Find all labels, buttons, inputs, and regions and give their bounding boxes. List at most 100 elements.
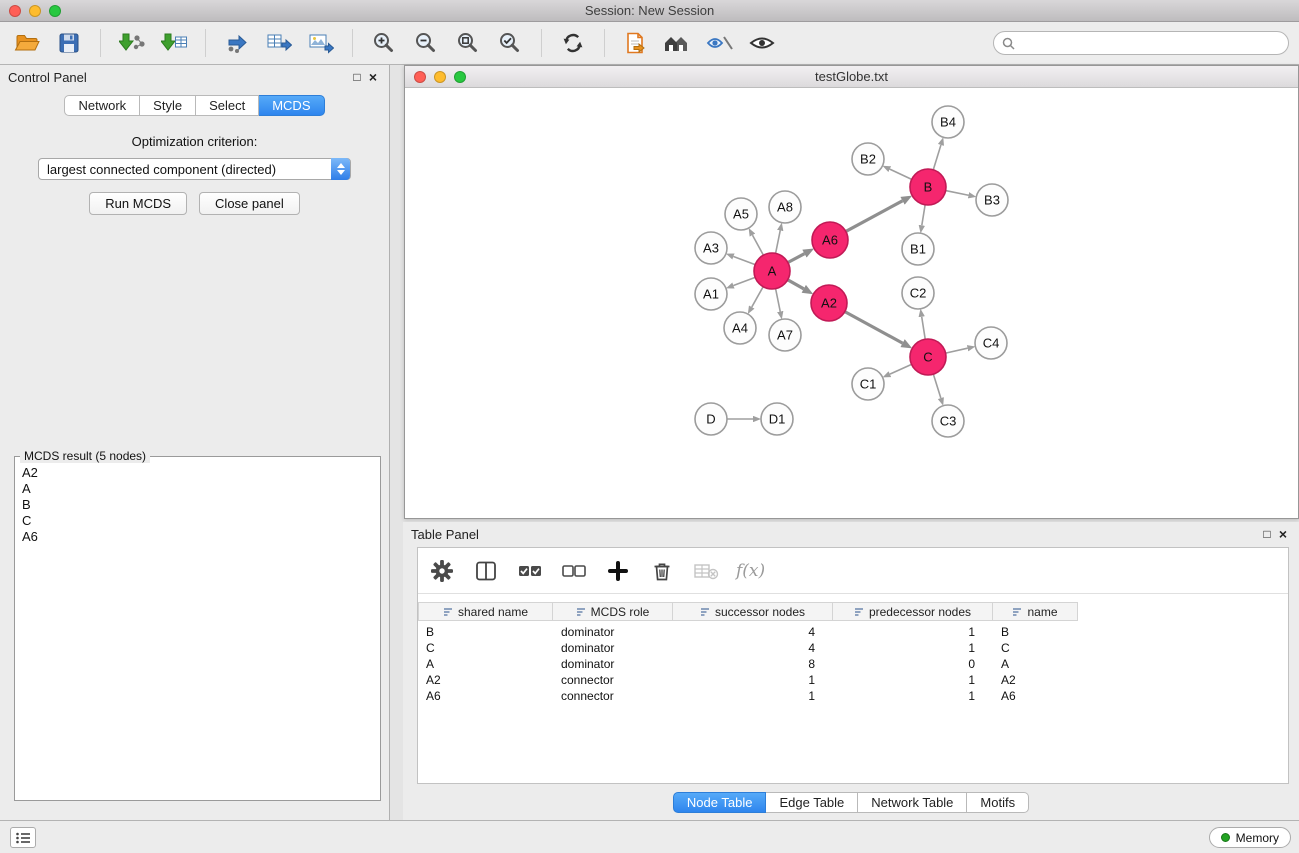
delete-row-icon[interactable] — [648, 557, 676, 585]
first-neighbors-icon[interactable] — [619, 26, 653, 60]
edge-A-A6[interactable] — [788, 254, 805, 263]
graph-node-B3[interactable]: B3 — [976, 184, 1008, 216]
search-input[interactable] — [1020, 36, 1280, 50]
edge-A-A3[interactable] — [733, 256, 755, 264]
edge-A-A4[interactable] — [752, 287, 763, 307]
search-box[interactable] — [993, 31, 1289, 55]
select-all-icon[interactable] — [516, 557, 544, 585]
edge-A-A7[interactable] — [776, 289, 781, 312]
edge-A-A5[interactable] — [752, 235, 763, 255]
tab-network[interactable]: Network — [64, 95, 140, 116]
table-panel-tabs: Node TableEdge TableNetwork TableMotifs — [403, 792, 1299, 813]
column-visibility-icon[interactable] — [472, 557, 500, 585]
edge-A-A1[interactable] — [733, 277, 755, 285]
graph-node-A4[interactable]: A4 — [724, 312, 756, 344]
graph-node-A[interactable]: A — [754, 253, 790, 289]
add-row-icon[interactable] — [604, 557, 632, 585]
table-cell: 8 — [673, 656, 833, 672]
open-session-icon[interactable] — [10, 26, 44, 60]
column-header-predecessor-nodes[interactable]: predecessor nodes — [833, 602, 993, 621]
tab-mcds[interactable]: MCDS — [259, 95, 324, 116]
column-header-name[interactable]: name — [993, 602, 1078, 621]
table-cell: A2 — [993, 672, 1078, 688]
column-header-shared-name[interactable]: shared name — [418, 602, 553, 621]
node-table-header: shared nameMCDS rolesuccessor nodesprede… — [418, 602, 1288, 621]
graph-node-C2[interactable]: C2 — [902, 277, 934, 309]
graph-node-A7[interactable]: A7 — [769, 319, 801, 351]
column-header-MCDS-role[interactable]: MCDS role — [553, 602, 673, 621]
graph-node-D[interactable]: D — [695, 403, 727, 435]
table-row[interactable]: A6connector11A6 — [418, 688, 1288, 704]
graph-node-C3[interactable]: C3 — [932, 405, 964, 437]
table-row[interactable]: Cdominator41C — [418, 640, 1288, 656]
refresh-icon[interactable] — [556, 26, 590, 60]
zoom-selected-icon[interactable] — [493, 26, 527, 60]
close-panel-icon[interactable]: × — [365, 69, 381, 85]
edge-B-B3[interactable] — [946, 191, 969, 196]
home-icon[interactable] — [661, 26, 695, 60]
edge-C-C1[interactable] — [890, 364, 912, 374]
column-header-successor-nodes[interactable]: successor nodes — [673, 602, 833, 621]
edge-A2-C[interactable] — [845, 312, 903, 343]
graph-node-A3[interactable]: A3 — [695, 232, 727, 264]
edge-A-A8[interactable] — [776, 231, 781, 254]
memory-button[interactable]: Memory — [1209, 827, 1291, 848]
workspace: Control Panel □ × NetworkStyleSelectMCDS… — [0, 65, 1299, 820]
float-table-panel-icon[interactable]: □ — [1259, 526, 1275, 542]
graph-node-B[interactable]: B — [910, 169, 946, 205]
table-row[interactable]: Adominator80A — [418, 656, 1288, 672]
result-item: A6 — [22, 529, 378, 545]
graph-node-B1[interactable]: B1 — [902, 233, 934, 265]
save-session-icon[interactable] — [52, 26, 86, 60]
import-table-icon[interactable] — [157, 26, 191, 60]
zoom-out-icon[interactable] — [409, 26, 443, 60]
graph-node-B4[interactable]: B4 — [932, 106, 964, 138]
edge-B-B1[interactable] — [922, 205, 925, 226]
graph-node-A2[interactable]: A2 — [811, 285, 847, 321]
graph-node-A5[interactable]: A5 — [725, 198, 757, 230]
import-network-icon[interactable] — [115, 26, 149, 60]
graph-node-B2[interactable]: B2 — [852, 143, 884, 175]
close-panel-button[interactable]: Close panel — [199, 192, 300, 215]
zoom-in-icon[interactable] — [367, 26, 401, 60]
tab-style[interactable]: Style — [140, 95, 196, 116]
close-table-panel-icon[interactable]: × — [1275, 526, 1291, 542]
graph-node-D1[interactable]: D1 — [761, 403, 793, 435]
svg-text:A3: A3 — [703, 241, 719, 256]
edge-B-B2[interactable] — [890, 169, 912, 179]
svg-text:A6: A6 — [822, 233, 838, 248]
preview-icon[interactable] — [703, 26, 737, 60]
graph-node-C4[interactable]: C4 — [975, 327, 1007, 359]
export-table-icon[interactable] — [262, 26, 296, 60]
float-panel-icon[interactable]: □ — [349, 69, 365, 85]
graph-node-C1[interactable]: C1 — [852, 368, 884, 400]
edge-A6-B[interactable] — [846, 201, 903, 232]
network-canvas[interactable]: B4 B2 B B3 A5 A8 A6 A3 B1 A A1 C2 A2 A4 A7 C4 C C1 D D1 C3 — [405, 88, 1298, 518]
graph-node-A6[interactable]: A6 — [812, 222, 848, 258]
tab-select[interactable]: Select — [196, 95, 259, 116]
run-mcds-button[interactable]: Run MCDS — [89, 192, 187, 215]
edge-C-C3[interactable] — [933, 374, 940, 398]
task-history-button[interactable] — [10, 827, 36, 848]
tab-node-table[interactable]: Node Table — [673, 792, 767, 813]
table-row[interactable]: Bdominator41B — [418, 624, 1288, 640]
edge-A-A2[interactable] — [788, 280, 804, 289]
export-image-icon[interactable] — [304, 26, 338, 60]
graph-node-C[interactable]: C — [910, 339, 946, 375]
tab-motifs[interactable]: Motifs — [967, 792, 1029, 813]
deselect-all-icon[interactable] — [560, 557, 588, 585]
zoom-fit-icon[interactable] — [451, 26, 485, 60]
edge-C-C4[interactable] — [946, 348, 968, 353]
edge-B-B4[interactable] — [933, 145, 941, 170]
export-network-icon[interactable] — [220, 26, 254, 60]
settings-gear-icon[interactable] — [428, 557, 456, 585]
graph-node-A1[interactable]: A1 — [695, 278, 727, 310]
graph-node-A8[interactable]: A8 — [769, 191, 801, 223]
tab-network-table[interactable]: Network Table — [858, 792, 967, 813]
table-cell: C — [993, 640, 1078, 656]
tab-edge-table[interactable]: Edge Table — [766, 792, 858, 813]
edge-C-C2[interactable] — [922, 317, 926, 340]
show-hide-icon[interactable] — [745, 26, 779, 60]
table-row[interactable]: A2connector11A2 — [418, 672, 1288, 688]
optimization-dropdown[interactable]: largest connected component (directed) — [38, 158, 351, 180]
